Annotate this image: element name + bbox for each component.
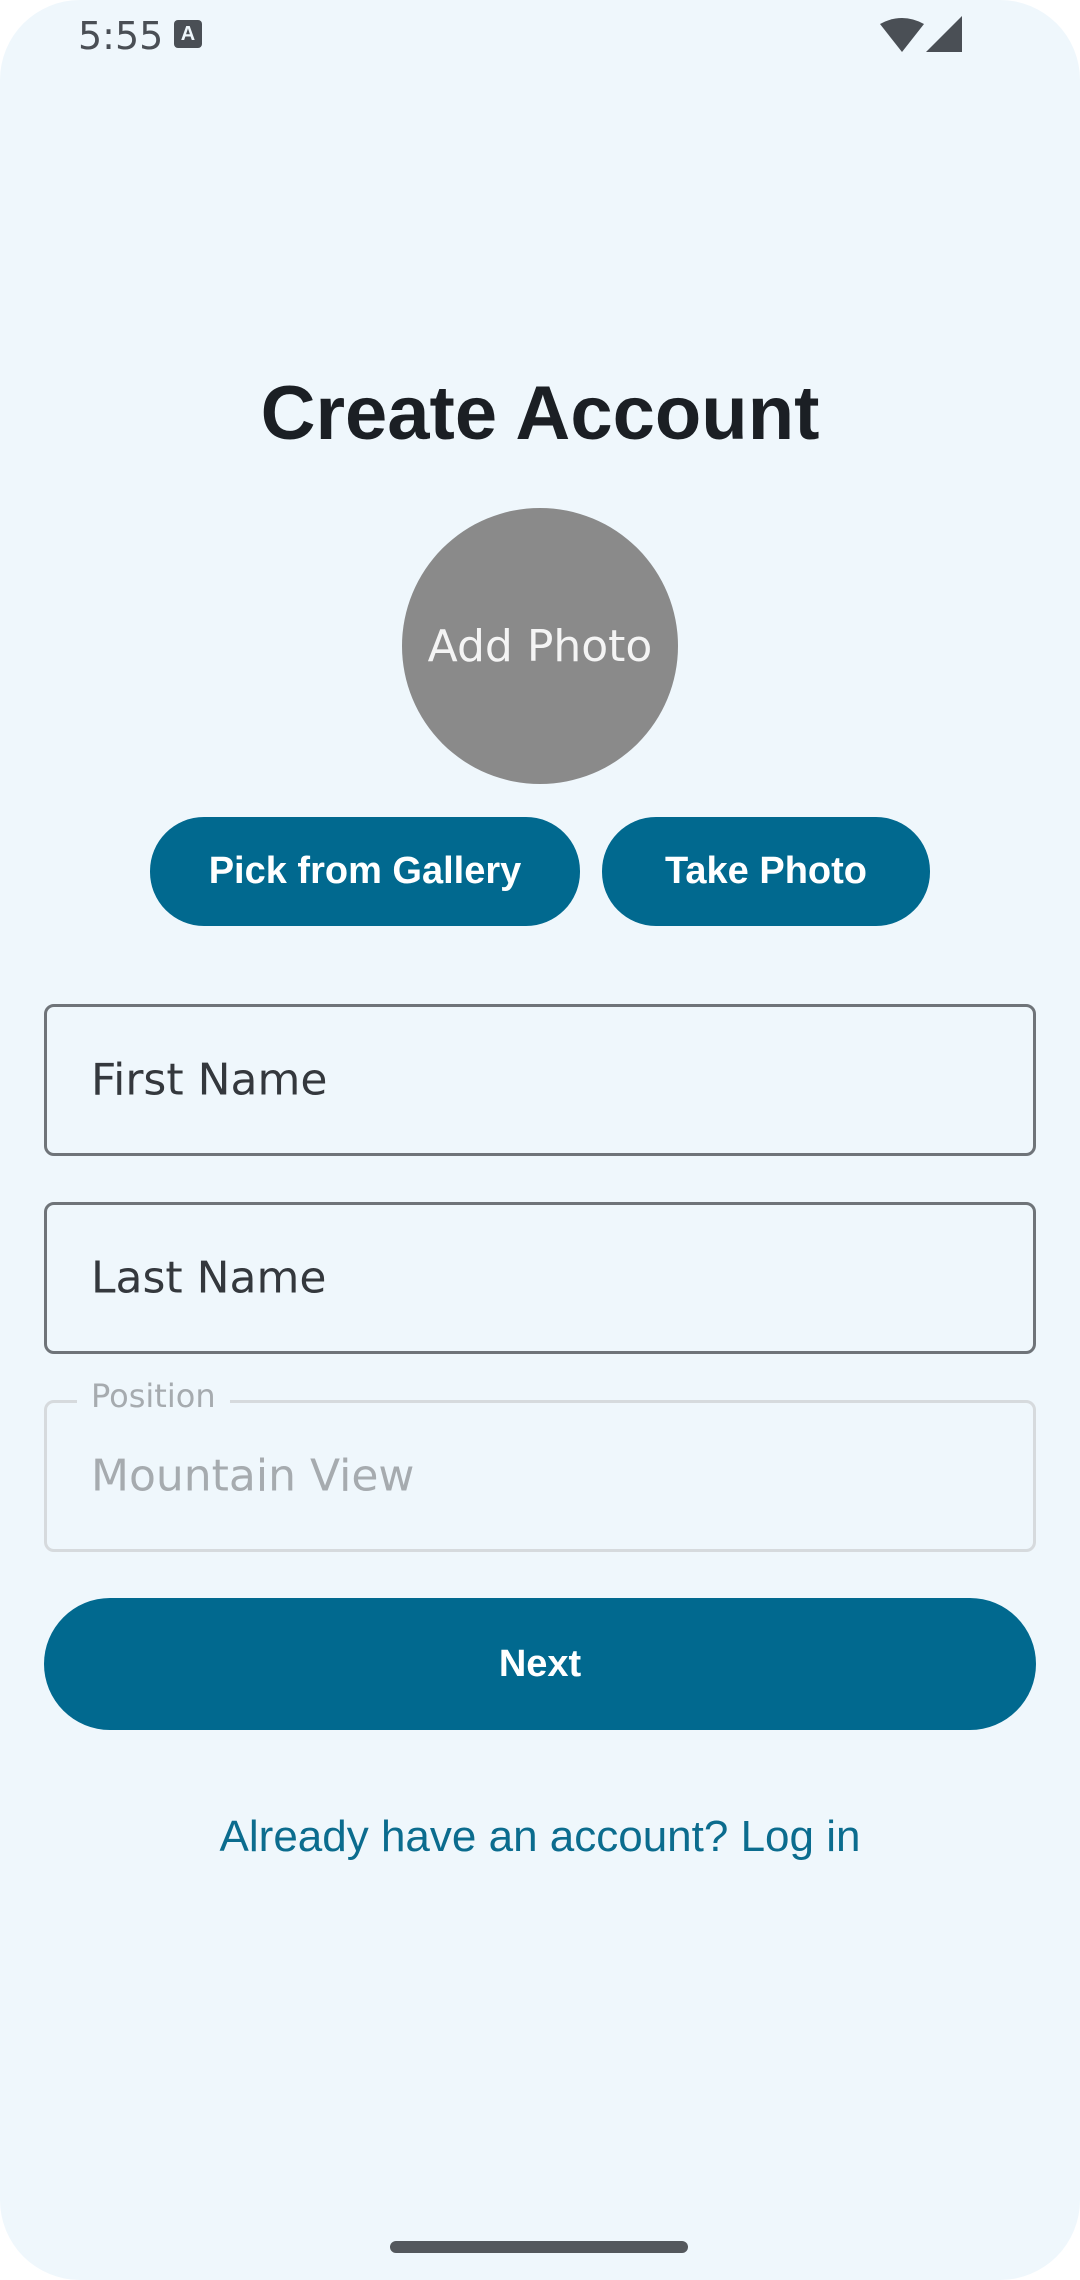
status-bar: 5:55 A xyxy=(0,0,1080,70)
position-field: Position Mountain View xyxy=(44,1377,1036,1552)
first-name-field[interactable]: First Name xyxy=(44,1004,1036,1156)
status-time: 5:55 xyxy=(78,14,164,58)
pick-from-gallery-button[interactable]: Pick from Gallery xyxy=(150,817,580,926)
signal-icon xyxy=(926,16,962,57)
login-link[interactable]: Already have an account? Log in xyxy=(0,1812,1080,1862)
create-account-screen: 5:55 A Create Account Add Photo Pick fro… xyxy=(0,0,1080,2280)
keyboard-notification-icon: A xyxy=(174,20,202,48)
wifi-icon xyxy=(880,18,924,57)
add-photo-avatar[interactable]: Add Photo xyxy=(402,508,678,784)
position-label: Position xyxy=(77,1377,230,1415)
first-name-placeholder: First Name xyxy=(91,1054,328,1106)
last-name-placeholder: Last Name xyxy=(91,1252,327,1304)
gesture-navigation-bar[interactable] xyxy=(390,2241,688,2253)
next-button[interactable]: Next xyxy=(44,1598,1036,1730)
page-title: Create Account xyxy=(260,371,820,456)
position-value: Mountain View xyxy=(91,1450,415,1502)
add-photo-label: Add Photo xyxy=(427,620,653,672)
take-photo-button[interactable]: Take Photo xyxy=(602,817,930,926)
last-name-field[interactable]: Last Name xyxy=(44,1202,1036,1354)
